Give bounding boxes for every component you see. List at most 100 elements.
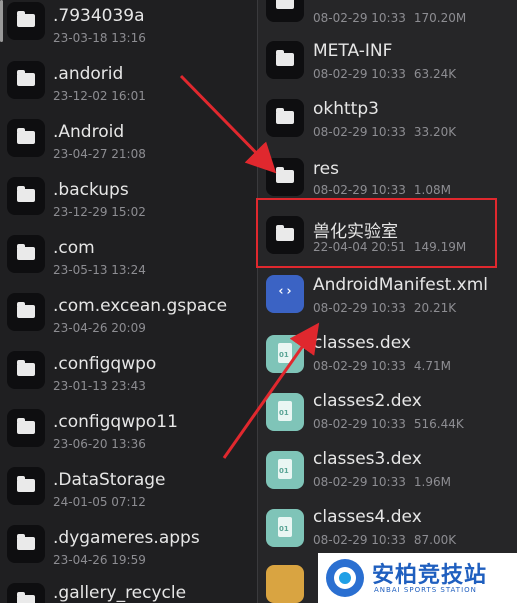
file-name: .configqwpo bbox=[53, 354, 157, 374]
left-pane: .7934039a 23-03-18 13:16 .andorid 23-12-… bbox=[0, 0, 258, 603]
file-size: 20.21K bbox=[413, 301, 457, 315]
folder-icon bbox=[7, 235, 45, 273]
watermark-subtitle: ANBAI SPORTS STATION bbox=[374, 586, 477, 594]
file-size: 87.00K bbox=[413, 533, 457, 547]
file-name: .gallery_recycle bbox=[53, 583, 187, 603]
list-item[interactable]: 01 classes2.dex 08-02-29 10:33 516.44K bbox=[258, 381, 517, 439]
file-size: 63.24K bbox=[413, 67, 457, 81]
folder-icon bbox=[7, 61, 45, 99]
list-item[interactable]: .Android 23-04-27 21:08 bbox=[0, 109, 258, 167]
folder-icon bbox=[266, 99, 304, 137]
file-name: okhttp3 bbox=[313, 99, 379, 119]
file-date: 23-04-26 19:59 bbox=[53, 553, 146, 567]
list-item[interactable]: .com.excean.gspace 23-04-26 20:09 bbox=[0, 283, 258, 341]
list-item[interactable]: 01 classes3.dex 08-02-29 10:33 1.96M bbox=[258, 439, 517, 497]
list-item[interactable]: okhttp3 08-02-29 10:33 33.20K bbox=[258, 90, 517, 148]
list-item[interactable]: META-INF 08-02-29 10:33 63.24K bbox=[258, 32, 517, 90]
file-name: classes2.dex bbox=[313, 391, 422, 411]
dex-file-icon: 01 bbox=[266, 509, 304, 547]
folder-icon bbox=[7, 2, 45, 40]
file-meta: 08-02-29 10:33 33.20K bbox=[313, 125, 456, 139]
dex-file-icon: 01 bbox=[266, 451, 304, 489]
file-meta: 08-02-29 10:33 4.71M bbox=[313, 359, 451, 373]
file-size: 4.71M bbox=[413, 359, 451, 373]
file-date: 08-02-29 10:33 bbox=[313, 11, 406, 25]
list-item[interactable]: ‹› AndroidManifest.xml 08-02-29 10:33 20.… bbox=[258, 265, 517, 323]
folder-icon bbox=[7, 351, 45, 389]
folder-icon bbox=[7, 583, 45, 603]
file-date: 23-01-13 23:43 bbox=[53, 379, 146, 393]
file-name: classes.dex bbox=[313, 333, 411, 353]
list-item[interactable]: .backups 23-12-29 15:02 bbox=[0, 167, 258, 225]
file-name: .configqwpo11 bbox=[53, 412, 178, 432]
highlight-box bbox=[256, 198, 497, 268]
file-date: 23-04-27 21:08 bbox=[53, 147, 146, 161]
list-item[interactable]: .andorid 23-12-02 16:01 bbox=[0, 51, 258, 109]
file-date: 24-01-05 07:12 bbox=[53, 495, 146, 509]
file-size: 1.08M bbox=[413, 183, 451, 197]
file-meta: 08-02-29 10:33 1.96M bbox=[313, 475, 451, 489]
list-item[interactable]: .gallery_recycle bbox=[0, 573, 258, 603]
file-name: AndroidManifest.xml bbox=[313, 275, 489, 295]
file-size: 516.44K bbox=[413, 417, 464, 431]
list-item[interactable]: lib 08-02-29 10:33170.20M bbox=[258, 0, 517, 33]
file-name: .backups bbox=[53, 180, 129, 200]
file-date: 08-02-29 10:33 bbox=[313, 475, 406, 489]
file-name: classes3.dex bbox=[313, 449, 422, 469]
file-meta: 08-02-29 10:33 20.21K bbox=[313, 301, 456, 315]
file-name: .com bbox=[53, 238, 95, 258]
list-item[interactable]: .configqwpo11 23-06-20 13:36 bbox=[0, 399, 258, 457]
folder-icon bbox=[7, 177, 45, 215]
list-item[interactable]: .DataStorage 24-01-05 07:12 bbox=[0, 457, 258, 515]
file-date: 08-02-29 10:33 bbox=[313, 125, 406, 139]
file-meta: 08-02-29 10:33 1.08M bbox=[313, 183, 451, 197]
file-date: 08-02-29 10:33 bbox=[313, 183, 406, 197]
dex-file-icon: 01 bbox=[266, 393, 304, 431]
watermark-title: 安柏竞技站 bbox=[372, 563, 488, 588]
file-name: META-INF bbox=[313, 41, 393, 61]
folder-icon bbox=[7, 119, 45, 157]
file-date: 08-02-29 10:33 bbox=[313, 417, 406, 431]
file-meta: 08-02-29 10:33 63.24K bbox=[313, 67, 456, 81]
folder-icon bbox=[7, 293, 45, 331]
watermark: 安柏竞技站 ANBAI SPORTS STATION bbox=[318, 553, 517, 603]
right-pane: lib 08-02-29 10:33170.20M META-INF 08-02… bbox=[258, 0, 517, 603]
layers-icon bbox=[266, 565, 304, 603]
file-date: 23-04-26 20:09 bbox=[53, 321, 146, 335]
dex-file-icon: 01 bbox=[266, 335, 304, 373]
file-date: 08-02-29 10:33 bbox=[313, 301, 406, 315]
file-name: .Android bbox=[53, 122, 125, 142]
folder-icon bbox=[266, 158, 304, 196]
list-item[interactable]: .7934039a 23-03-18 13:16 bbox=[0, 0, 258, 50]
folder-icon bbox=[7, 409, 45, 447]
file-date: 23-06-20 13:36 bbox=[53, 437, 146, 451]
file-meta: 08-02-29 10:33 170.20M bbox=[313, 11, 466, 25]
file-name: .DataStorage bbox=[53, 470, 166, 490]
file-name: .com.excean.gspace bbox=[53, 296, 228, 316]
watermark-logo-icon bbox=[326, 559, 364, 597]
file-date: 23-12-02 16:01 bbox=[53, 89, 146, 103]
list-item[interactable]: .dygameres.apps 23-04-26 19:59 bbox=[0, 515, 258, 573]
file-date: 08-02-29 10:33 bbox=[313, 533, 406, 547]
file-date: 08-02-29 10:33 bbox=[313, 67, 406, 81]
file-meta: 08-02-29 10:33 516.44K bbox=[313, 417, 464, 431]
folder-icon bbox=[7, 525, 45, 563]
list-item[interactable]: .com 23-05-13 13:24 bbox=[0, 225, 258, 283]
file-date: 23-12-29 15:02 bbox=[53, 205, 146, 219]
file-meta: 08-02-29 10:33 87.00K bbox=[313, 533, 456, 547]
file-name: .dygameres.apps bbox=[53, 528, 200, 548]
list-item[interactable]: 01 classes4.dex 08-02-29 10:33 87.00K bbox=[258, 497, 517, 555]
file-name: .7934039a bbox=[53, 6, 145, 26]
file-name: classes4.dex bbox=[313, 507, 422, 527]
folder-icon bbox=[266, 0, 304, 22]
file-size: 1.96M bbox=[413, 475, 451, 489]
file-date: 23-05-13 13:24 bbox=[53, 263, 146, 277]
file-date: 23-03-18 13:16 bbox=[53, 31, 146, 45]
list-item[interactable]: .configqwpo 23-01-13 23:43 bbox=[0, 341, 258, 399]
file-name: .andorid bbox=[53, 64, 124, 84]
list-item[interactable]: 01 classes.dex 08-02-29 10:33 4.71M bbox=[258, 323, 517, 381]
file-size: 33.20K bbox=[413, 125, 457, 139]
file-size: 170.20M bbox=[413, 11, 467, 25]
file-name: res bbox=[313, 159, 339, 179]
folder-icon bbox=[7, 467, 45, 505]
